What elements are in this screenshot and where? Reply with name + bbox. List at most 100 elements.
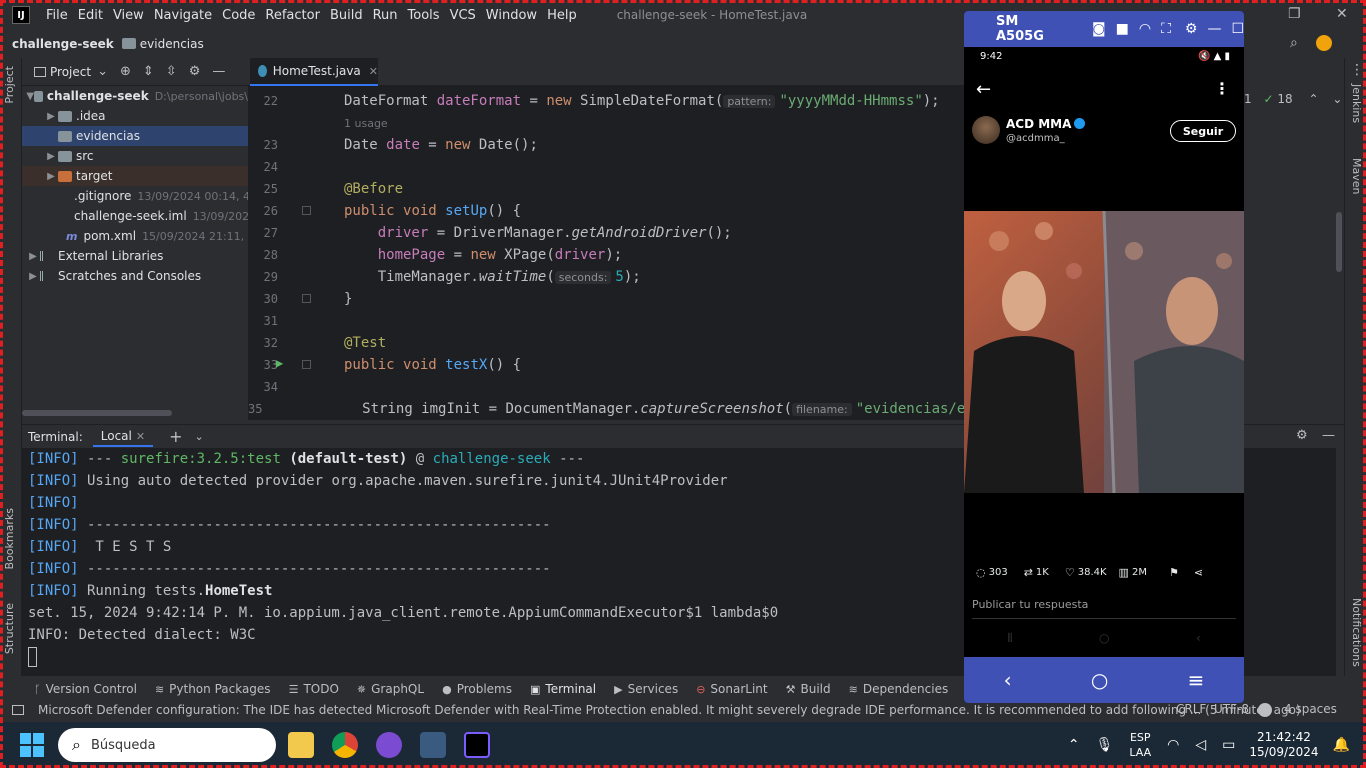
hide-panel-icon[interactable]: — <box>212 64 225 79</box>
tool-python-packages[interactable]: ≋ Python Packages <box>155 682 271 696</box>
scrcpy-phone-window[interactable]: SM A505G ◙ ■ ◠ ⛶ ⚙ — ☐ 9:42 🔇 ▲ ▮ ← ⋮ AC… <box>964 11 1244 703</box>
tree-item-src[interactable]: ▶ src <box>22 146 248 166</box>
menu-navigate[interactable]: Navigate <box>154 8 212 23</box>
reply-input[interactable]: Publicar tu respuesta <box>972 598 1088 611</box>
tree-item-pom[interactable]: m pom.xml 15/09/2024 21:11, 1.77 <box>22 226 248 246</box>
file-encoding[interactable]: UTF-8 <box>1214 702 1249 716</box>
file-explorer-icon[interactable] <box>288 732 314 758</box>
tree-item-idea[interactable]: ▶ .idea <box>22 106 248 126</box>
back-arrow-icon[interactable]: ← <box>976 79 991 100</box>
fold-marker-icon[interactable] <box>302 294 311 303</box>
menu-help[interactable]: Help <box>547 8 577 23</box>
update-icon[interactable] <box>1316 35 1332 51</box>
chevron-up-icon[interactable]: ⌃ <box>1068 737 1080 753</box>
tree-item-target[interactable]: ▶ target <box>22 166 248 186</box>
fold-marker-icon[interactable] <box>302 360 311 369</box>
editor-vertical-scrollbar[interactable] <box>1336 212 1342 272</box>
menu-window[interactable]: Window <box>486 8 537 23</box>
account-name[interactable]: ACD MMA <box>1006 117 1086 131</box>
maximize-icon[interactable]: ☐ <box>1231 21 1244 37</box>
tree-item-scratches[interactable]: ▶ Scratches and Consoles <box>22 266 248 286</box>
gear-icon[interactable]: ⚙ <box>1296 428 1308 443</box>
inspection-widget[interactable]: 1 ✓ 18 ⌃ ⌄ <box>1244 92 1342 106</box>
close-tab-icon[interactable]: ✕ <box>369 65 378 78</box>
tool-problems[interactable]: ● Problems <box>442 682 512 696</box>
chevron-right-icon[interactable]: ▶ <box>44 151 58 162</box>
back-icon[interactable]: ‹ <box>1196 631 1201 651</box>
reply-button[interactable]: ◌ 303 <box>976 566 1008 579</box>
hide-panel-icon[interactable]: — <box>1322 428 1335 443</box>
avatar[interactable] <box>972 116 1000 144</box>
tree-item-gitignore[interactable]: .gitignore 13/09/2024 00:14, 490 <box>22 186 248 206</box>
tree-item-iml[interactable]: challenge-seek.iml 13/09/2024 <box>22 206 248 226</box>
windows-start-icon[interactable] <box>20 733 44 757</box>
status-message[interactable]: Microsoft Defender configuration: The ID… <box>38 703 1301 717</box>
structure-tool-tab[interactable]: Structure <box>3 603 16 654</box>
tool-services[interactable]: ▶ Services <box>614 682 678 696</box>
tool-sonarlint[interactable]: ⊖ SonarLint <box>696 682 767 696</box>
app-icon[interactable] <box>376 732 402 758</box>
breadcrumb-project[interactable]: challenge-seek <box>12 37 114 51</box>
line-separator[interactable]: CRLF <box>1176 702 1206 716</box>
fold-marker-icon[interactable] <box>302 206 311 215</box>
recents-icon[interactable]: ⦀ <box>1007 631 1012 651</box>
code-editor[interactable]: 22 DateFormat dateFormat = new SimpleDate… <box>248 86 964 420</box>
chevron-right-icon[interactable]: ▶ <box>44 171 58 182</box>
copilot-status-icon[interactable] <box>1258 703 1272 717</box>
usages-hint[interactable]: 1 usage <box>344 117 388 130</box>
tool-dependencies[interactable]: ≋ Dependencies <box>849 682 949 696</box>
home-icon[interactable]: ○ <box>1099 631 1109 651</box>
camera-icon[interactable]: ◙ <box>1092 21 1106 37</box>
new-terminal-icon[interactable]: + <box>169 427 182 446</box>
gear-icon[interactable]: ⚙ <box>1185 21 1198 37</box>
breadcrumb-folder[interactable]: evidencias <box>121 37 204 51</box>
like-button[interactable]: ♡ 38.4K <box>1065 566 1107 579</box>
language-indicator[interactable]: ESP LAA <box>1129 730 1151 760</box>
post-video[interactable] <box>964 211 1244 493</box>
tool-build[interactable]: ⚒ Build <box>786 682 831 696</box>
notifications-tool-tab[interactable]: Notifications <box>1350 598 1363 667</box>
menu-build[interactable]: Build <box>330 8 363 23</box>
menu-icon[interactable]: ≡ <box>1188 668 1205 692</box>
share-button[interactable]: ⋖ <box>1194 566 1206 579</box>
toggle-tool-windows-icon[interactable] <box>12 705 24 715</box>
tab-hometest-java[interactable]: HomeTest.java ✕ <box>250 58 378 86</box>
notification-bell-icon[interactable]: 🔔 <box>1333 737 1350 753</box>
battery-icon[interactable]: ▭ <box>1222 737 1235 753</box>
menu-file[interactable]: File <box>46 8 68 23</box>
run-test-icon[interactable]: ▶ <box>276 356 283 370</box>
tree-item-evidencias[interactable]: evidencias <box>22 126 248 146</box>
chevron-up-icon[interactable]: ⌃ <box>1308 92 1318 106</box>
project-tool-tab[interactable]: Project <box>3 66 16 104</box>
scrcpy-icon[interactable] <box>420 732 446 758</box>
headphones-icon[interactable]: ◠ <box>1139 21 1151 37</box>
project-horizontal-scrollbar[interactable] <box>22 410 172 416</box>
tree-item-external-libraries[interactable]: ▶ External Libraries <box>22 246 248 266</box>
tool-version-control[interactable]: ᚴ Version Control <box>34 682 137 696</box>
terminal-tab-local[interactable]: Local ✕ <box>92 427 154 447</box>
collapse-all-icon[interactable]: ⇳ <box>166 64 177 79</box>
restore-icon[interactable]: ❐ <box>1288 6 1301 22</box>
chevron-down-icon[interactable]: ⌄ <box>195 430 204 443</box>
volume-icon[interactable]: ◁ <box>1195 737 1206 753</box>
locate-icon[interactable]: ⊕ <box>120 64 131 79</box>
chevron-right-icon[interactable]: ▶ <box>26 251 40 262</box>
intellij-icon[interactable] <box>464 732 490 758</box>
gear-icon[interactable]: ⚙ <box>189 64 201 79</box>
back-icon[interactable]: ‹ <box>1004 668 1012 692</box>
home-icon[interactable]: ○ <box>1091 668 1108 692</box>
menu-view[interactable]: View <box>113 8 144 23</box>
close-tab-icon[interactable]: ✕ <box>136 430 145 443</box>
repost-button[interactable]: ⇄ 1K <box>1024 566 1049 579</box>
tool-terminal[interactable]: ▣ Terminal <box>530 682 596 696</box>
project-panel-title[interactable]: Project <box>50 65 91 79</box>
jenkins-tool-tab[interactable]: Jenkins <box>1350 84 1363 123</box>
video-icon[interactable]: ■ <box>1116 21 1129 37</box>
chevron-right-icon[interactable]: ▶ <box>26 271 40 282</box>
wifi-icon[interactable]: ◠ <box>1167 737 1179 753</box>
follow-button[interactable]: Seguir <box>1170 120 1236 142</box>
chevron-down-icon[interactable]: ⌄ <box>1332 92 1342 106</box>
chevron-down-icon[interactable]: ▼ <box>26 91 34 102</box>
taskbar-clock[interactable]: 21:42:42 15/09/2024 <box>1249 730 1318 760</box>
menu-vcs[interactable]: VCS <box>450 8 476 23</box>
